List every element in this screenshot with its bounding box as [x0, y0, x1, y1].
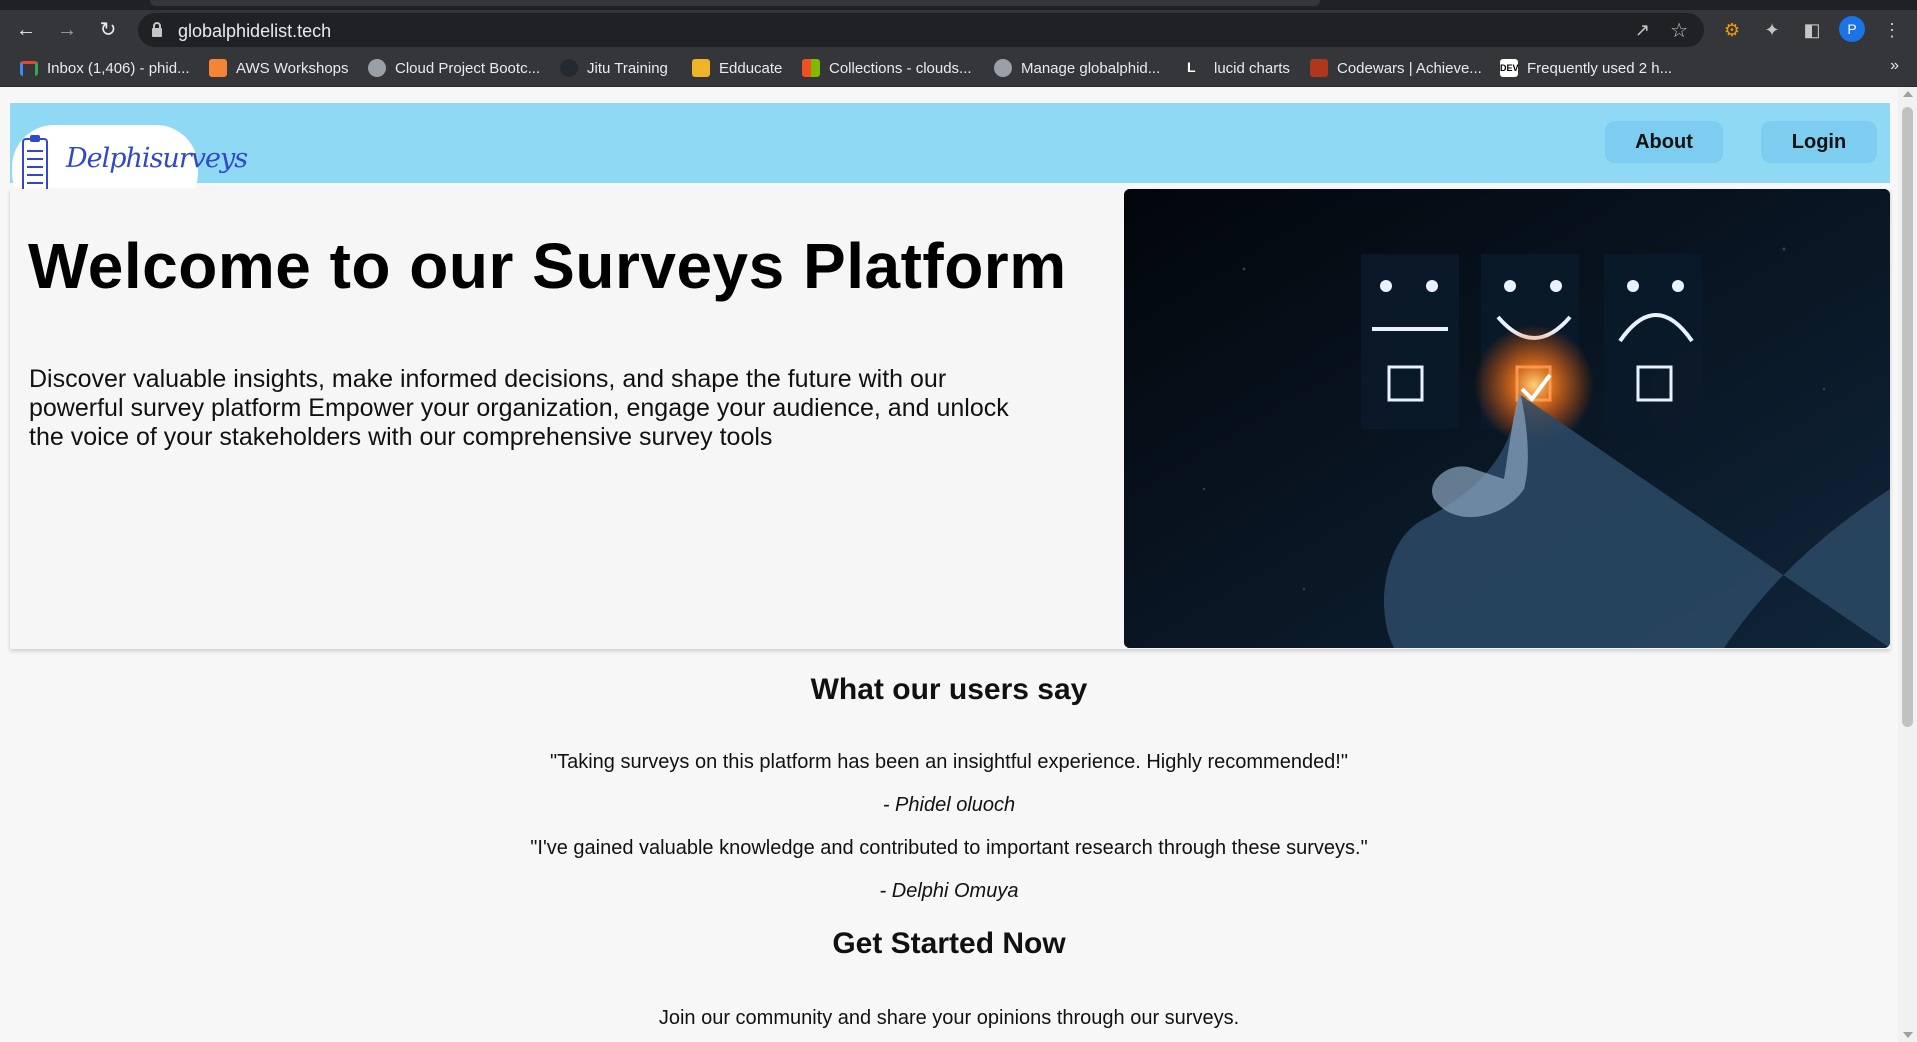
bookmark-jitu-training[interactable]: Jitu Training [560, 58, 668, 78]
extensions-puzzle-icon[interactable]: ✦ [1760, 18, 1784, 42]
bookmarks-bar: Inbox (1,406) - phid... AWS Workshops Cl… [0, 48, 1917, 87]
profile-avatar[interactable]: P [1839, 16, 1865, 42]
codewars-icon [1310, 59, 1328, 77]
reload-icon[interactable]: ↻ [94, 16, 122, 44]
browser-toolbar: ← → ↻ globalphidelist.tech ↗ ☆ ⚙ ✦ ◧ ⋮ [0, 10, 1917, 48]
lock-icon [152, 22, 162, 37]
share-icon[interactable]: ↗ [1635, 20, 1650, 41]
about-button[interactable]: About [1605, 121, 1723, 163]
brand-name: Delphisurveys [66, 143, 248, 174]
url-text[interactable]: globalphidelist.tech [178, 21, 331, 42]
bookmark-cloud-project[interactable]: Cloud Project Bootc... [368, 58, 540, 78]
bookmark-inbox[interactable]: Inbox (1,406) - phid... [20, 58, 190, 78]
page-scrollbar[interactable] [1898, 87, 1917, 1042]
back-arrow-icon[interactable]: ← [12, 16, 40, 44]
cta-heading: Get Started Now [832, 927, 1066, 960]
testimonial-quote: "Taking surveys on this platform has bee… [550, 751, 1348, 773]
scroll-down-arrow-icon[interactable] [1903, 1032, 1913, 1038]
side-panel-icon[interactable]: ◧ [1800, 18, 1824, 42]
dev-icon: DEV [1500, 59, 1519, 77]
aws-icon [209, 59, 227, 77]
testimonial-quote: "I've gained valuable knowledge and cont… [530, 837, 1368, 859]
bookmark-collections[interactable]: Collections - clouds... [802, 58, 972, 78]
scrollbar-thumb[interactable] [1902, 107, 1913, 727]
bookmark-aws-workshops[interactable]: AWS Workshops [209, 58, 349, 78]
scroll-up-arrow-icon[interactable] [1903, 91, 1913, 97]
bookmark-manage-globalphid[interactable]: Manage globalphid... [994, 58, 1160, 78]
address-bar[interactable]: globalphidelist.tech ↗ ☆ [138, 13, 1704, 47]
box-icon [692, 59, 710, 77]
lucid-icon: L [1187, 59, 1196, 75]
bookmark-frequently-used[interactable]: DEV Frequently used 2 h... [1500, 58, 1672, 78]
testimonial-author: - Phidel oluoch [882, 794, 1016, 816]
hero-description: Discover valuable insights, make informe… [29, 365, 1009, 451]
microsoft-icon [802, 59, 820, 77]
forward-arrow-icon[interactable]: → [53, 16, 81, 44]
menu-kebab-icon[interactable]: ⋮ [1880, 18, 1904, 42]
hero-section: Welcome to our Surveys Platform Discover… [10, 189, 1890, 649]
survey-feedback-illustration [1124, 189, 1890, 648]
login-button[interactable]: Login [1761, 121, 1877, 163]
more-bookmarks-chevron-icon[interactable]: » [1890, 57, 1899, 75]
hero-image [1124, 189, 1890, 648]
hero-title: Welcome to our Surveys Platform [28, 230, 1067, 302]
globe-icon [368, 59, 386, 77]
extension-g-icon[interactable]: ⚙ [1720, 18, 1744, 42]
bookmark-edducate[interactable]: Edducate [692, 58, 782, 78]
tab-strip [0, 0, 1917, 10]
bookmark-star-icon[interactable]: ☆ [1670, 18, 1688, 43]
github-icon [560, 59, 578, 77]
globe-icon [994, 59, 1012, 77]
gmail-icon [20, 60, 38, 76]
bookmark-codewars[interactable]: Codewars | Achieve... [1310, 58, 1482, 78]
testimonials-heading: What our users say [810, 673, 1088, 706]
active-tab[interactable] [150, 0, 1320, 6]
bookmark-lucid-charts[interactable]: Llucid charts [1187, 58, 1290, 78]
testimonial-author: - Delphi Omuya [879, 880, 1019, 902]
cta-text: Join our community and share your opinio… [658, 1007, 1240, 1029]
page-viewport: Delphisurveys About Login Welcome to our… [0, 87, 1898, 1042]
